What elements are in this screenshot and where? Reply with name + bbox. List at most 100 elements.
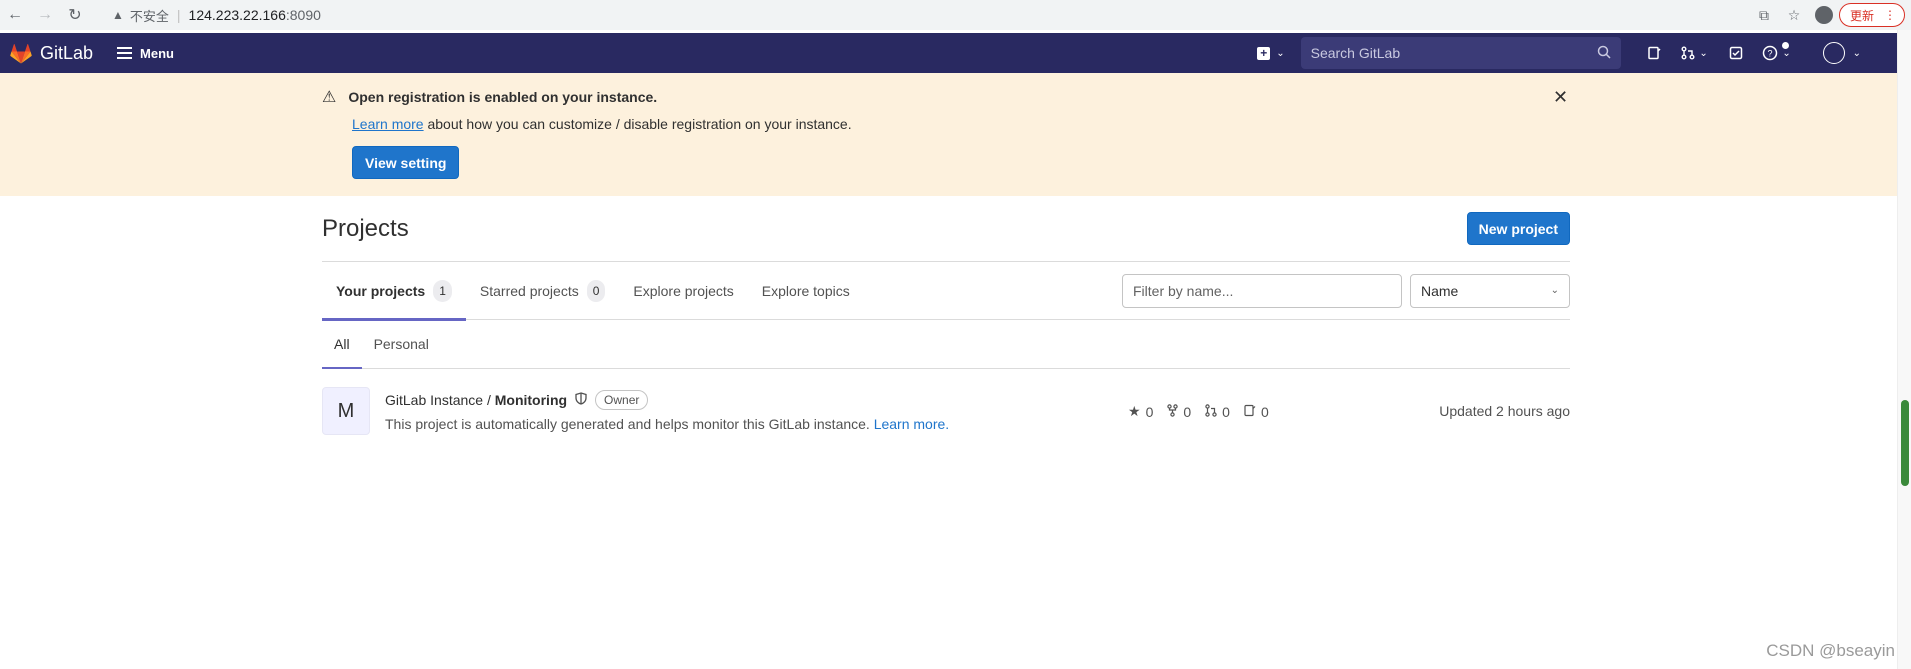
header-actions: + ⌄ ⌄ ? ⌄ ⌄ [1257,33,1897,73]
hamburger-icon [117,47,133,59]
forks-count: 0 [1183,403,1192,420]
scrollbar-thumb[interactable] [1901,400,1909,486]
registration-banner: ⚠ Open registration is enabled on your i… [0,73,1897,196]
stars-count: 0 [1145,403,1154,420]
tab-explore-projects[interactable]: Explore projects [619,262,747,320]
tanuki-icon [10,43,32,63]
tab-explore-topics[interactable]: Explore topics [748,262,864,320]
search-box [1300,37,1621,69]
warning-icon: ⚠ [322,89,337,106]
updated-timestamp: Updated 2 hours ago [1439,403,1570,419]
learn-more-link[interactable]: Learn more. [874,416,949,432]
gitlab-header: GitLab Menu + ⌄ ⌄ ? ⌄ [0,33,1897,73]
view-setting-button[interactable]: View setting [352,146,460,179]
forks-stat[interactable]: 0 [1167,403,1191,420]
star-icon[interactable]: ☆ [1779,0,1809,30]
banner-text: Learn more about how you can customize /… [352,116,852,132]
watermark: CSDN @bseayin [1766,641,1895,660]
banner-description: about how you can customize / disable re… [423,116,852,132]
issues-icon[interactable] [1639,33,1669,73]
svg-text:?: ? [1768,49,1773,59]
chevron-down-icon: ⌄ [1699,47,1708,59]
close-icon[interactable]: ✕ [1553,87,1568,108]
todos-icon[interactable] [1721,33,1751,73]
url-port: :8090 [285,7,321,23]
user-menu[interactable]: ⌄ [1822,42,1861,64]
scrollbar[interactable] [1897,30,1911,669]
issue-icon [1244,404,1256,420]
shield-icon [575,392,587,408]
learn-more-link[interactable]: Learn more [352,116,424,132]
menu-button[interactable]: Menu [117,46,174,61]
search-input[interactable] [1310,45,1571,61]
chevron-down-icon: ⌄ [1276,47,1285,59]
star-icon: ★ [1128,403,1141,419]
url-separator: | [176,7,181,23]
tab-label: Starred projects [479,282,579,299]
search-icon[interactable] [1597,45,1611,62]
help-icon[interactable]: ? ⌄ [1757,33,1797,73]
sort-dropdown[interactable]: Name ⌄ [1410,273,1570,308]
merge-requests-stat[interactable]: 0 [1205,403,1230,420]
subtabs: All Personal [322,320,1570,369]
project-title: GitLab Instance / Monitoring Owner [385,390,949,410]
count-badge: 1 [433,279,452,302]
tab-label: Explore topics [761,282,850,299]
role-badge: Owner [595,390,649,410]
plus-icon: + [1257,46,1271,60]
new-project-button[interactable]: New project [1466,212,1570,245]
filters: Name ⌄ [1122,273,1570,308]
profile-icon[interactable] [1814,6,1833,24]
address-bar[interactable]: ▲ 不安全 | 124.223.22.166:8090 [102,2,1732,28]
menu-label: Menu [140,45,174,61]
merge-requests-icon[interactable]: ⌄ [1675,33,1715,73]
translate-icon[interactable]: ⧉ [1749,0,1779,30]
merge-request-icon [1205,403,1217,420]
tab-label: Your projects [336,282,426,299]
sort-value: Name [1421,282,1459,299]
notification-dot [1781,42,1789,49]
tabs-row: Your projects 1 Starred projects 0 Explo… [322,262,1570,321]
project-link[interactable]: GitLab Instance / Monitoring [385,392,567,408]
description-text: This project is automatically generated … [385,416,874,432]
merge-requests-count: 0 [1222,403,1230,420]
project-tabs: Your projects 1 Starred projects 0 Explo… [322,262,864,321]
project-row: M GitLab Instance / Monitoring Owner Thi… [322,369,1570,453]
user-avatar [1822,42,1845,64]
browser-toolbar: ← → ↻ ▲ 不安全 | 124.223.22.166:8090 ⧉ ☆ 更新… [0,0,1911,30]
logo-text: GitLab [40,42,94,63]
count-badge: 0 [586,279,606,302]
warning-icon: ▲ [112,8,124,22]
back-icon[interactable]: ← [0,0,30,30]
issues-count: 0 [1260,403,1269,420]
project-stats: ★ 0 0 0 0 [1128,403,1269,420]
fork-icon [1167,403,1179,420]
tab-your-projects[interactable]: Your projects 1 [322,262,466,321]
subtab-personal[interactable]: Personal [362,320,441,368]
reload-icon[interactable]: ↻ [60,0,90,30]
url-host: 124.223.22.166 [188,7,286,23]
insecure-label: 不安全 [129,8,169,24]
filter-input[interactable] [1122,273,1402,308]
stars-stat[interactable]: ★ 0 [1128,403,1153,420]
project-avatar[interactable]: M [322,387,370,435]
forward-icon[interactable]: → [30,0,60,30]
project-name: Monitoring [494,392,568,408]
update-button[interactable]: 更新 ⋮ [1838,3,1905,27]
project-info: GitLab Instance / Monitoring Owner This … [385,390,949,432]
chevron-down-icon: ⌄ [1852,47,1861,59]
banner-title: Open registration is enabled on your ins… [348,89,658,105]
browser-actions: ⧉ ☆ 更新 ⋮ [1749,0,1911,30]
issues-stat[interactable]: 0 [1244,403,1269,420]
update-label: 更新 [1849,8,1874,23]
chevron-down-icon: ⌄ [1550,285,1559,296]
tab-starred-projects[interactable]: Starred projects 0 [466,262,620,320]
projects-page: Projects New project Your projects 1 Sta… [322,196,1570,453]
create-new-button[interactable]: + ⌄ [1257,46,1285,60]
gitlab-logo[interactable]: GitLab [10,43,93,64]
more-icon: ⋮ [1884,8,1896,22]
banner-title-row: ⚠ Open registration is enabled on your i… [322,87,852,107]
subtab-all[interactable]: All [322,320,362,369]
page-header: Projects New project [322,196,1570,262]
tab-label: Explore projects [633,282,734,299]
